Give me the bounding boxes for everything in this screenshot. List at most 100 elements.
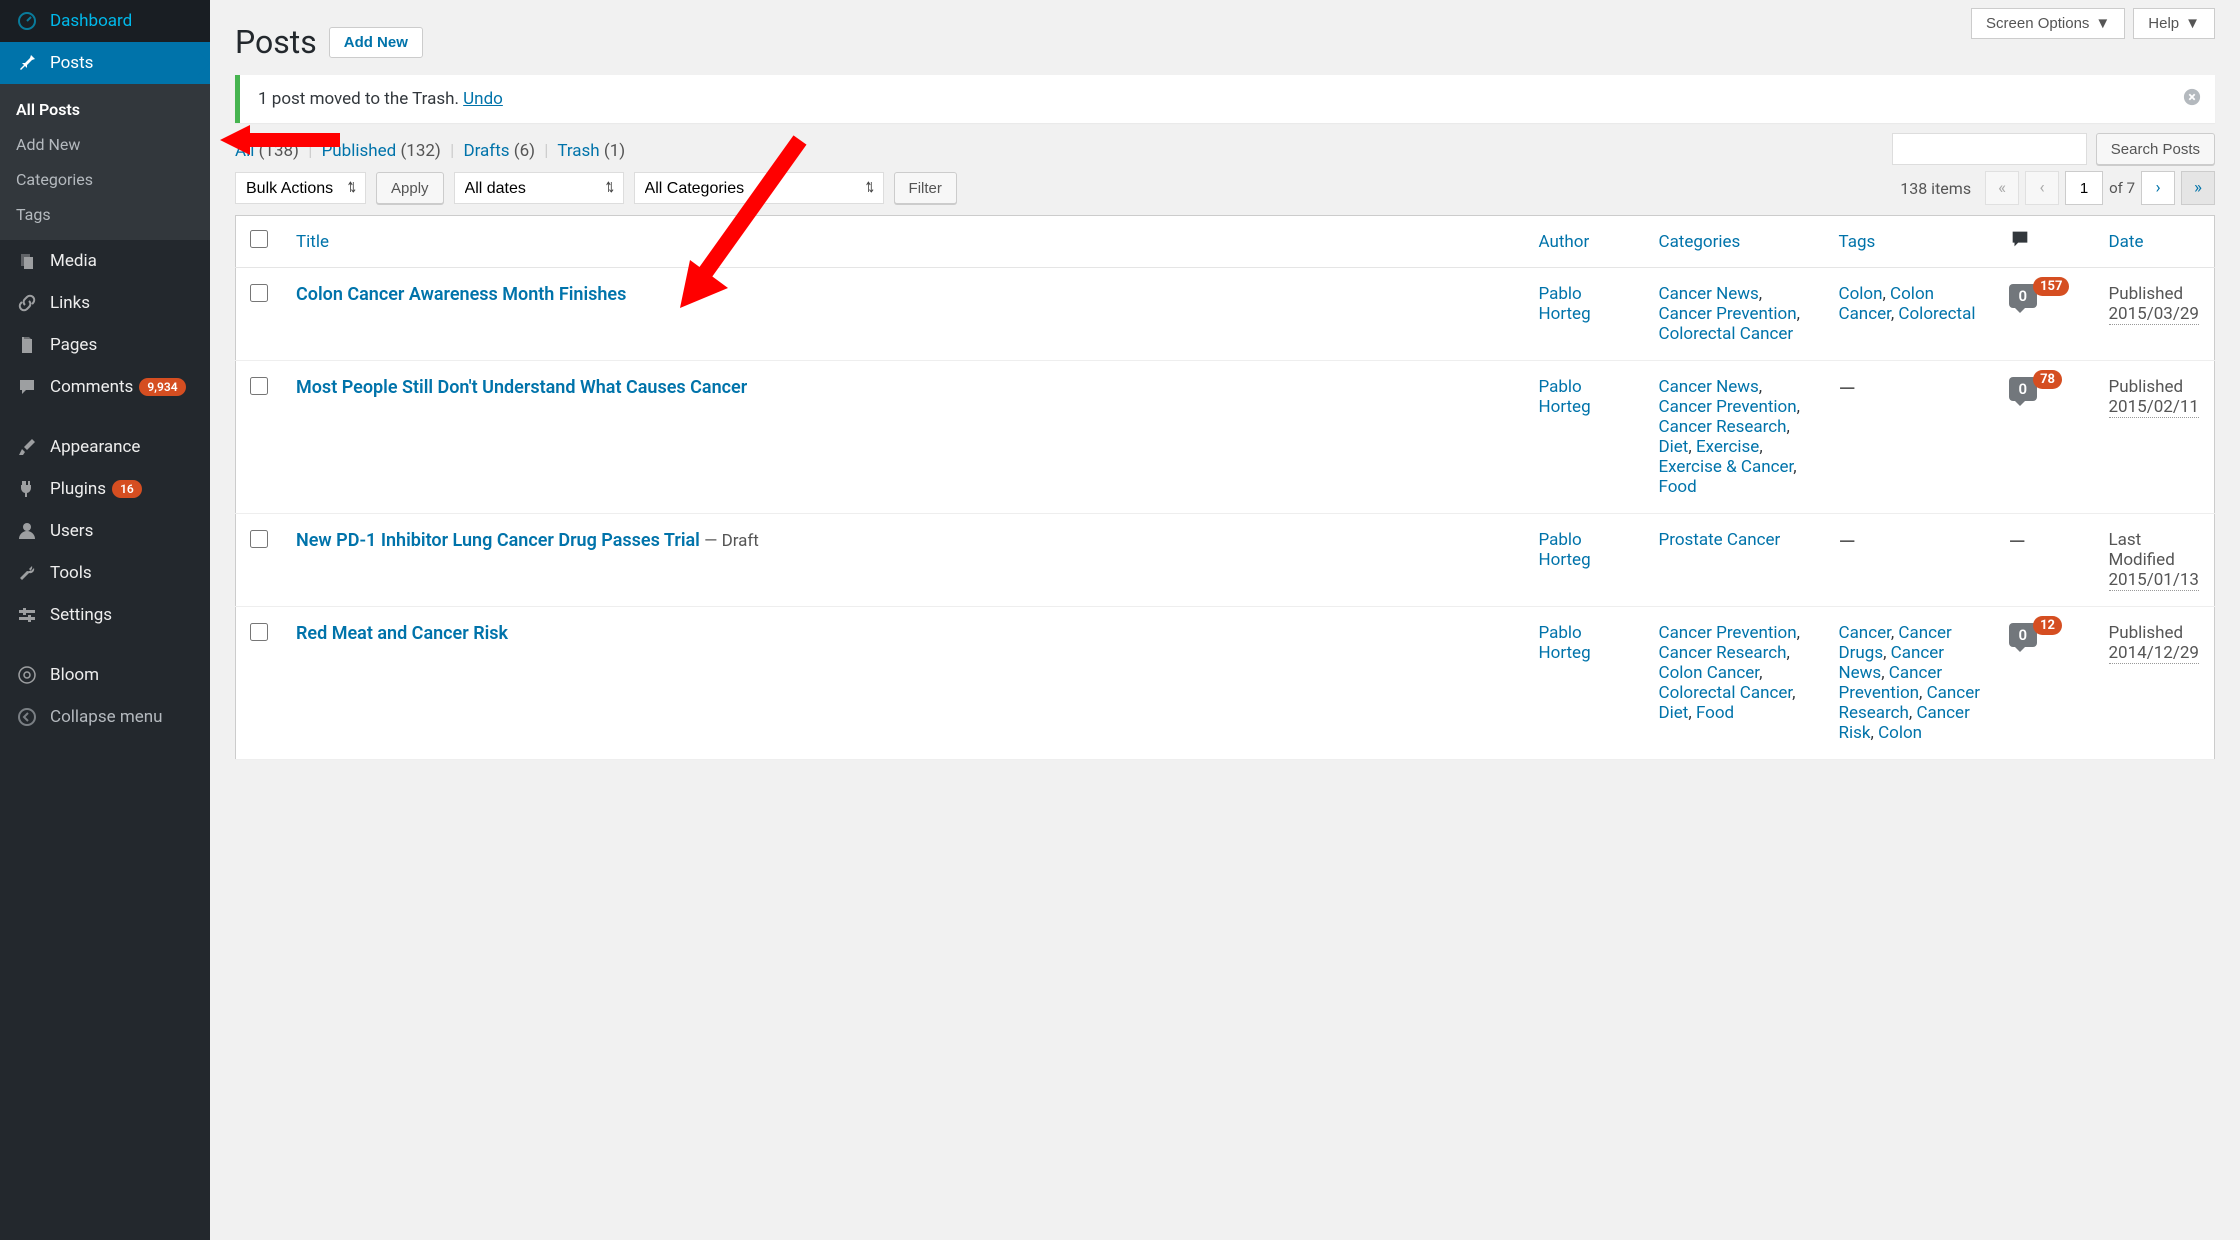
sidebar-item-tools[interactable]: Tools	[0, 552, 210, 594]
sidebar-item-appearance[interactable]: Appearance	[0, 426, 210, 468]
next-page-button[interactable]: ›	[2141, 171, 2175, 205]
comment-count[interactable]: 0157	[2009, 284, 2070, 308]
sidebar-sub-categories[interactable]: Categories	[0, 162, 210, 197]
filter-all[interactable]: All	[235, 141, 254, 161]
author-link[interactable]: Pablo Horteg	[1539, 530, 1591, 570]
sidebar-item-plugins[interactable]: Plugins16	[0, 468, 210, 510]
tag-link[interactable]: Cancer	[1839, 623, 1891, 643]
sidebar-item-links[interactable]: Links	[0, 282, 210, 324]
collapse-label: Collapse menu	[50, 707, 163, 727]
sidebar-submenu: All PostsAdd NewCategoriesTags	[0, 84, 210, 240]
page-of-label: of 7	[2109, 179, 2135, 197]
add-new-button[interactable]: Add New	[329, 27, 423, 58]
collapse-menu[interactable]: Collapse menu	[0, 696, 210, 738]
sidebar-item-media[interactable]: Media	[0, 240, 210, 282]
sidebar-item-users[interactable]: Users	[0, 510, 210, 552]
category-link[interactable]: Exercise & Cancer	[1659, 457, 1794, 477]
apply-button[interactable]: Apply	[376, 172, 444, 204]
sidebar-item-label: Plugins	[50, 479, 106, 499]
date-status: Published	[2109, 377, 2184, 397]
sidebar-item-comments[interactable]: Comments 9,934	[0, 366, 210, 408]
filter-published[interactable]: Published	[322, 141, 397, 161]
table-row: Colon Cancer Awareness Month Finishes Pab…	[236, 268, 2215, 361]
category-link[interactable]: Colorectal Cancer	[1659, 683, 1793, 703]
select-all-checkbox[interactable]	[250, 230, 268, 248]
post-title-link[interactable]: Most People Still Don't Understand What …	[296, 377, 747, 398]
post-title-link[interactable]: New PD-1 Inhibitor Lung Cancer Drug Pass…	[296, 530, 700, 551]
category-link[interactable]: Cancer News	[1659, 377, 1759, 397]
sidebar-sub-all-posts[interactable]: All Posts	[0, 92, 210, 127]
category-link[interactable]: Diet	[1659, 437, 1689, 457]
comment-icon	[2009, 228, 2031, 250]
table-row: Most People Still Don't Understand What …	[236, 361, 2215, 514]
pending-badge: 78	[2033, 370, 2062, 389]
search-input[interactable]	[1892, 133, 2087, 165]
notice-undo-link[interactable]: Undo	[463, 89, 503, 109]
category-link[interactable]: Cancer Prevention	[1659, 304, 1797, 324]
first-page-button[interactable]: «	[1985, 171, 2019, 205]
pin-icon	[16, 52, 38, 74]
last-page-button[interactable]: »	[2181, 171, 2215, 205]
wrench-icon	[16, 562, 38, 584]
col-categories: Categories	[1645, 216, 1825, 268]
col-comments[interactable]	[1995, 216, 2095, 268]
sidebar-sub-tags[interactable]: Tags	[0, 197, 210, 232]
comment-count[interactable]: 012	[2009, 623, 2063, 647]
category-link[interactable]: Colon Cancer	[1659, 663, 1760, 683]
filter-drafts[interactable]: Drafts	[463, 141, 509, 161]
category-link[interactable]: Cancer Research	[1659, 417, 1787, 437]
notice-dismiss-button[interactable]	[2183, 87, 2201, 111]
screen-options-button[interactable]: Screen Options ▼	[1971, 8, 2125, 39]
category-link[interactable]: Cancer News	[1659, 284, 1759, 304]
page-icon	[16, 334, 38, 356]
page-number-input[interactable]	[2065, 171, 2103, 205]
row-checkbox[interactable]	[250, 284, 268, 302]
category-link[interactable]: Cancer Prevention	[1659, 623, 1797, 643]
search-button[interactable]: Search Posts	[2096, 133, 2215, 165]
category-link[interactable]: Colorectal Cancer	[1659, 324, 1794, 344]
category-link[interactable]: Diet	[1659, 703, 1689, 723]
dates-select[interactable]: All dates	[454, 172, 624, 204]
sidebar-item-bloom[interactable]: Bloom	[0, 654, 210, 696]
tag-link[interactable]: Colon	[1839, 284, 1883, 304]
col-checkbox	[236, 216, 283, 268]
category-link[interactable]: Food	[1659, 477, 1697, 497]
sidebar-item-label: Comments	[50, 377, 133, 397]
filter-trash[interactable]: Trash	[557, 141, 599, 161]
tag-link[interactable]: Colon	[1878, 723, 1922, 743]
comment-count[interactable]: 078	[2009, 377, 2063, 401]
category-link[interactable]: Exercise	[1696, 437, 1759, 457]
items-count: 138 items	[1900, 179, 1971, 198]
tag-link[interactable]: Colorectal	[1898, 304, 1975, 324]
help-button[interactable]: Help ▼	[2133, 8, 2215, 39]
post-title-link[interactable]: Colon Cancer Awareness Month Finishes	[296, 284, 626, 305]
sidebar-item-settings[interactable]: Settings	[0, 594, 210, 636]
row-checkbox[interactable]	[250, 530, 268, 548]
row-checkbox[interactable]	[250, 623, 268, 641]
sidebar-sub-add-new[interactable]: Add New	[0, 127, 210, 162]
category-link[interactable]: Cancer Prevention	[1659, 397, 1797, 417]
col-date[interactable]: Date	[2095, 216, 2215, 268]
category-link[interactable]: Food	[1696, 703, 1734, 723]
main-content: Screen Options ▼ Help ▼ Posts Add New 1 …	[210, 0, 2240, 1240]
row-checkbox[interactable]	[250, 377, 268, 395]
categories-select[interactable]: All Categories	[634, 172, 884, 204]
page-header: Posts Add New	[235, 23, 2215, 61]
author-link[interactable]: Pablo Horteg	[1539, 284, 1591, 324]
col-title[interactable]: Title	[282, 216, 1525, 268]
category-link[interactable]: Cancer Research	[1659, 643, 1787, 663]
filter-button[interactable]: Filter	[894, 172, 957, 204]
badge: 9,934	[139, 378, 185, 396]
date-status: Last Modified	[2109, 530, 2175, 570]
sidebar-item-dashboard[interactable]: Dashboard	[0, 0, 210, 42]
post-title-link[interactable]: Red Meat and Cancer Risk	[296, 623, 508, 644]
author-link[interactable]: Pablo Horteg	[1539, 377, 1591, 417]
comment-icon	[16, 376, 38, 398]
author-link[interactable]: Pablo Horteg	[1539, 623, 1591, 663]
bulk-select[interactable]: Bulk Actions	[235, 172, 366, 204]
sidebar-item-posts[interactable]: Posts	[0, 42, 210, 84]
category-link[interactable]: Prostate Cancer	[1659, 530, 1781, 550]
sidebar-item-pages[interactable]: Pages	[0, 324, 210, 366]
posts-table: Title Author Categories Tags Date Colon …	[235, 215, 2215, 760]
prev-page-button[interactable]: ‹	[2025, 171, 2059, 205]
